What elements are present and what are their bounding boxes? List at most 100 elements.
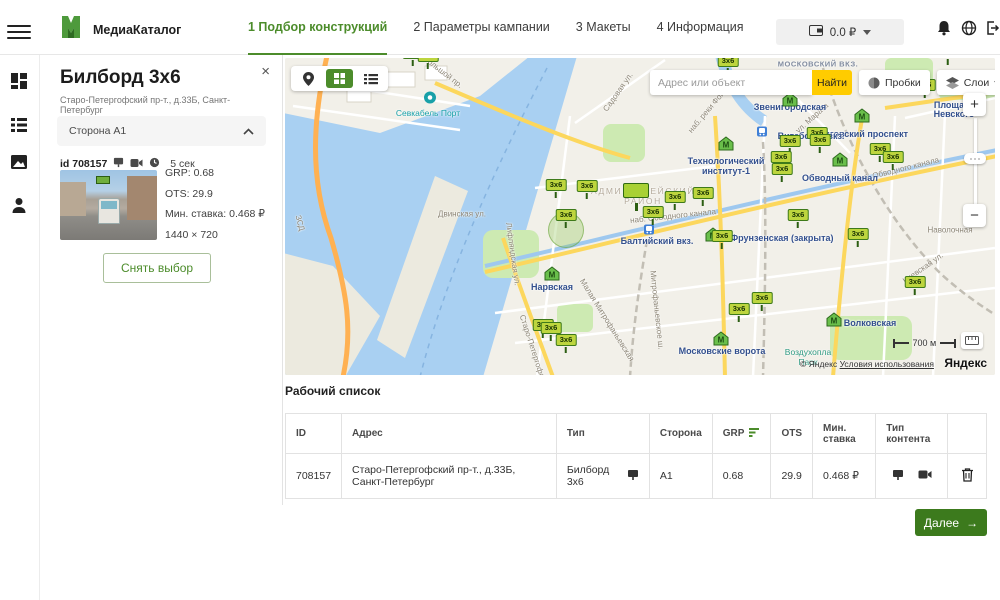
svg-text:М: М [859,113,866,122]
map-view-switcher [291,66,388,91]
brand-logo-icon [58,14,84,45]
notifications-bell-icon[interactable] [936,20,952,41]
deselect-button[interactable]: Снять выбор [103,253,211,283]
layers-icon [946,77,959,89]
cell-address: Старо-Петергофский пр-т., д.33Б, Санкт-П… [342,454,557,499]
hamburger-menu-icon[interactable] [7,21,31,39]
billboard-marker[interactable]: 3х6 [546,174,567,198]
tab-step-3[interactable]: 3 Макеты [576,0,631,55]
billboard-marker[interactable]: 3х6 [577,175,598,199]
billboard-photo[interactable] [60,170,157,240]
billboard-marker[interactable]: 3х6 [556,329,577,353]
surface-stats: GRP: 0.68 OTS: 29.9 Мин. ставка: 0.468 ₽… [165,167,265,241]
video-content-icon [918,469,932,483]
gallery-icon[interactable] [9,152,31,174]
column-header-Адрес: Адрес [342,414,557,454]
metro-station-icon: М [714,332,729,351]
terms-link[interactable]: Условия использования [840,359,934,369]
billboard-marker[interactable]: 3х6 [752,287,773,311]
dashboard-icon[interactable] [9,71,31,93]
billboard-marker[interactable]: 3х6 [788,204,809,228]
rail-station-icon [757,124,768,142]
billboard-marker[interactable]: 3х6 [883,146,904,170]
map-attribution: © Яндекс Условия использования Яндекс [285,356,995,370]
chevron-up-icon [243,128,254,135]
tab-step-1[interactable]: 1 Подбор конструкций [248,0,387,55]
billboard-marker[interactable]: 3х6 [712,225,733,249]
poi-station-icon [424,91,437,109]
side-a1-accordion[interactable]: Сторона А1 [57,116,266,146]
worklist-row[interactable]: 708157Старо-Петергофский пр-т., д.33Б, С… [286,454,987,499]
logout-icon[interactable] [984,20,1000,41]
billboard-marker[interactable]: 3х6 [693,182,714,206]
billboard-marker[interactable]: 3х6 [418,58,439,69]
billboard-marker[interactable]: 3х6 [665,186,686,210]
yandex-logo: Яндекс [944,356,987,370]
column-header-Мин. ставка: Мин. ставка [813,414,876,454]
next-button[interactable]: Далее → [915,509,987,536]
zoom-in-button[interactable]: + [963,93,986,116]
billboard-marker-selected[interactable] [623,183,649,211]
cell-actions [948,454,987,499]
billboard-format-icon [627,469,639,484]
language-globe-icon[interactable] [961,20,977,41]
worklist-table: IDАдресТипСторонаGRPOTSМин. ставкаТип ко… [285,413,987,499]
traffic-icon [868,77,880,89]
svg-text:М: М [723,141,730,150]
map-grid-mode-button[interactable] [326,69,353,88]
ots-value: OTS: 29.9 [165,188,265,200]
chevron-down-icon [994,77,995,85]
billboard-marker[interactable]: 3х6 [905,271,926,295]
traffic-button[interactable]: Пробки [859,70,930,95]
map-pin-mode-button[interactable] [295,69,322,88]
zoom-slider-handle[interactable] [964,153,986,164]
sort-icon[interactable] [749,427,760,440]
profile-icon[interactable] [9,195,31,217]
balance-dropdown[interactable]: 0.0 ₽ [776,19,904,45]
grp-value: GRP: 0.68 [165,167,265,179]
ruler-button[interactable] [961,332,983,349]
map-canvas[interactable]: АДМИРАЛТЕЙСКИЙ РАЙОНМОСКОВСКИЙ ВКЗ.Площа… [285,58,995,375]
copyright: © Яндекс [800,359,837,369]
worklist-title: Рабочий список [285,384,380,398]
billboard-marker[interactable]: 3х6 [810,129,831,153]
tab-step-4[interactable]: 4 Информация [657,0,744,55]
arrow-right-icon: → [966,516,978,530]
billboard-marker[interactable]: 3х6 [938,58,959,65]
map-scale: 700 м [893,338,956,348]
delete-row-button[interactable] [961,467,974,485]
tab-step-2[interactable]: 2 Параметры кампании [413,0,549,55]
topbar: МедиаКаталог 1 Подбор конструкций2 Парам… [0,0,1000,55]
close-icon[interactable]: × [261,63,270,80]
svg-text:М: М [837,157,844,166]
cell-type: Билборд 3х6 [556,454,649,499]
list-icon[interactable] [9,115,31,137]
left-rail [0,55,40,600]
billboard-marker[interactable]: 3х6 [772,158,793,182]
billboard-marker[interactable]: 3х6 [556,204,577,228]
column-header-ID: ID [286,414,342,454]
billboard-marker[interactable]: 3х6 [729,298,750,322]
cell-content-types [876,454,948,499]
svg-text:М: М [787,97,794,106]
search-button[interactable]: Найти [812,70,852,95]
column-header-actions [948,414,987,454]
surface-id: id 708157 [60,158,107,170]
billboard-marker[interactable]: 3х6 [848,223,869,247]
step-tabs: 1 Подбор конструкций 2 Параметры кампании… [248,0,744,55]
column-header-Тип: Тип [556,414,649,454]
zoom-out-button[interactable]: − [963,204,986,227]
wallet-icon [809,25,823,39]
layers-button[interactable]: Слои [937,70,995,95]
app-window: МедиаКаталог 1 Подбор конструкций2 Парам… [0,0,1000,600]
metro-station-icon: М [719,137,734,156]
search-input[interactable] [650,70,812,95]
min-rate-value: Мин. ставка: 0.468 ₽ [165,208,265,220]
cell-ots: 29.9 [771,454,813,499]
panel-title: Билборд 3х6 [60,67,181,89]
cell-rate: 0.468 ₽ [813,454,876,499]
column-header-GRP: GRP [712,414,771,454]
map-list-mode-button[interactable] [357,69,384,88]
column-header-OTS: OTS [771,414,813,454]
metro-station-icon: М [783,93,798,112]
